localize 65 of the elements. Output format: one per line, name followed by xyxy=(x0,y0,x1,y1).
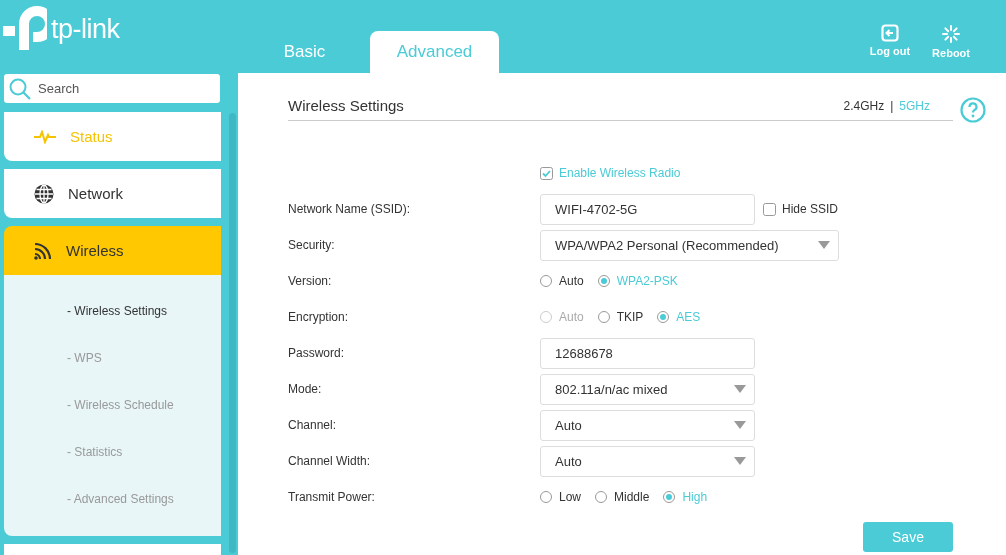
menu-item[interactable]: Status xyxy=(4,112,221,161)
dropdown[interactable]: Auto xyxy=(540,445,755,477)
radio-label: High xyxy=(682,490,708,504)
input-field[interactable]: WIFI-4702-5G xyxy=(540,193,755,225)
menu-item[interactable]: Network xyxy=(4,169,221,218)
help-icon[interactable] xyxy=(960,97,986,123)
radio-label: Middle xyxy=(614,490,650,504)
radio-button[interactable] xyxy=(540,491,552,503)
caret-icon xyxy=(734,421,746,429)
search-field[interactable]: Search xyxy=(4,74,220,103)
radio-label: Auto xyxy=(559,274,584,288)
field-label: Security: xyxy=(288,238,336,252)
radio-label: AES xyxy=(676,310,701,324)
radio-button[interactable] xyxy=(597,311,610,323)
radio-button[interactable] xyxy=(595,491,607,503)
field-label: Network Name (SSID): xyxy=(288,202,412,216)
checkbox[interactable] xyxy=(540,166,553,180)
field-label: Encryption: xyxy=(288,310,350,324)
logo-text: tp-link xyxy=(51,13,120,45)
radio-button[interactable] xyxy=(657,311,670,323)
band-link[interactable]: 2.4GHz xyxy=(843,98,885,113)
submenu-item[interactable]: - Advanced Settings xyxy=(67,475,221,522)
input-field[interactable]: 12688678 xyxy=(540,337,755,369)
radio-button[interactable] xyxy=(540,275,552,287)
tab[interactable]: Advanced xyxy=(370,31,499,73)
dropdown[interactable]: WPA/WPA2 Personal (Recommended) xyxy=(540,229,839,261)
separator: | xyxy=(890,98,894,113)
dropdown[interactable]: 802.11a/n/ac mixed xyxy=(540,373,755,405)
caret-icon xyxy=(818,241,830,249)
field-label: Transmit Power: xyxy=(288,490,376,504)
tab[interactable]: Basic xyxy=(240,31,369,73)
save-button[interactable]: Save xyxy=(863,522,953,552)
pulse-icon xyxy=(34,129,56,144)
globe-icon xyxy=(34,183,54,204)
search-icon xyxy=(9,78,31,100)
submenu-item[interactable]: - Wireless Settings xyxy=(67,287,221,334)
field-label: Channel: xyxy=(288,418,338,432)
submenu-item[interactable]: - Wireless Schedule xyxy=(67,381,221,428)
caret-icon xyxy=(734,385,746,393)
radio-label: TKIP xyxy=(616,310,644,324)
menu-item[interactable]: Wireless xyxy=(4,226,221,275)
checkbox-label: Hide SSID xyxy=(782,202,839,216)
spinner-icon xyxy=(941,24,962,44)
submenu-item[interactable]: - WPS xyxy=(67,334,221,381)
section-title: Wireless Settings xyxy=(288,97,404,114)
dropdown[interactable]: Auto xyxy=(540,409,755,441)
reboot-button[interactable]: Reboot xyxy=(932,24,970,59)
logout-icon xyxy=(880,24,899,42)
radio-button[interactable] xyxy=(597,275,610,287)
field-label: Version: xyxy=(288,274,333,288)
logout-button[interactable]: Log out xyxy=(869,24,911,59)
radio-label: Auto xyxy=(559,310,584,324)
band-link[interactable]: 5GHz xyxy=(899,98,930,113)
wifi-icon xyxy=(34,241,52,260)
field-label: Password: xyxy=(288,346,346,360)
checkbox-label: Enable Wireless Radio xyxy=(559,166,681,180)
checkbox[interactable] xyxy=(763,202,776,216)
field-label: Channel Width: xyxy=(288,454,372,468)
radio-label: WPA2-PSK xyxy=(616,274,678,288)
field-label: Mode: xyxy=(288,382,323,396)
logo-icon xyxy=(3,6,47,52)
caret-icon xyxy=(734,457,746,465)
radio-button[interactable] xyxy=(663,491,676,503)
radio-label: Low xyxy=(559,490,581,504)
submenu-item[interactable]: - Statistics xyxy=(67,428,221,475)
